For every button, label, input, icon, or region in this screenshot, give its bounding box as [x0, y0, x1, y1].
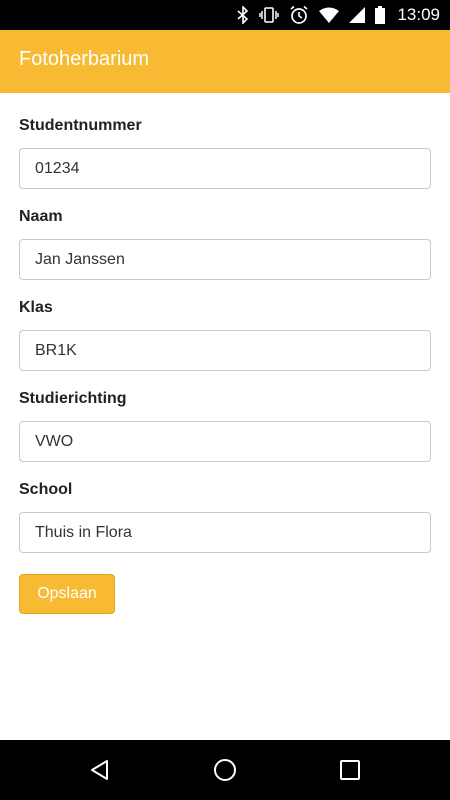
klas-label: Klas: [19, 299, 53, 316]
status-icons: 13:09: [237, 0, 440, 30]
field-studentnummer: Studentnummer: [19, 93, 431, 189]
profile-form: Studentnummer Naam Klas Studierichting S…: [19, 93, 431, 553]
naam-label: Naam: [19, 208, 63, 225]
home-icon[interactable]: [195, 740, 255, 800]
field-school: School: [19, 457, 431, 553]
battery-icon: [375, 6, 386, 24]
back-icon[interactable]: [70, 740, 130, 800]
studierichting-label: Studierichting: [19, 390, 127, 407]
status-time: 13:09: [397, 5, 440, 24]
wifi-icon: [319, 7, 340, 23]
field-naam: Naam: [19, 184, 431, 280]
vibrate-icon: [259, 6, 280, 24]
navigation-bar: [0, 740, 450, 800]
studentnummer-input[interactable]: [19, 148, 431, 189]
field-klas: Klas: [19, 275, 431, 371]
alarm-icon: [289, 5, 309, 25]
app-bar: Fotoherbarium: [0, 30, 450, 93]
signal-icon: [349, 7, 366, 23]
recents-icon[interactable]: [320, 740, 380, 800]
school-input[interactable]: [19, 512, 431, 553]
save-button[interactable]: Opslaan: [19, 574, 115, 614]
naam-input[interactable]: [19, 239, 431, 280]
studierichting-input[interactable]: [19, 421, 431, 462]
school-label: School: [19, 481, 73, 498]
app-title: Fotoherbarium: [19, 48, 150, 70]
status-bar: 13:09: [0, 0, 450, 30]
klas-input[interactable]: [19, 330, 431, 371]
studentnummer-label: Studentnummer: [19, 117, 142, 134]
bluetooth-icon: [237, 6, 249, 24]
field-studierichting: Studierichting: [19, 366, 431, 462]
